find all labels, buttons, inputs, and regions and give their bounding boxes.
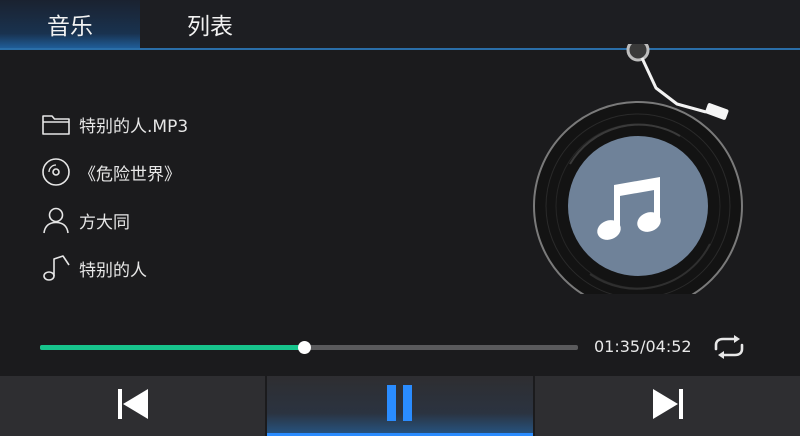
playback-controls [0,376,800,436]
music-note-icon [40,252,72,284]
song-title: 特别的人 [79,260,147,281]
next-button[interactable] [535,376,800,436]
person-icon [40,204,72,236]
vinyl-disc [533,101,743,311]
next-icon [651,387,685,425]
tab-bar: 音乐 列表 [0,0,800,50]
album-row: 《危险世界》 [40,156,181,188]
previous-button[interactable] [0,376,265,436]
file-name: 特别的人.MP3 [79,116,189,137]
disc-icon [40,156,72,188]
artist-row: 方大同 [40,204,130,236]
file-row: 特别的人.MP3 [40,108,188,140]
turntable [530,38,770,311]
artist-name: 方大同 [79,212,130,233]
pause-button[interactable] [267,376,533,436]
progress-bar[interactable] [40,338,578,358]
pause-icon [386,384,414,426]
tab-list[interactable]: 列表 [140,0,280,48]
folder-icon [40,108,72,140]
title-row: 特别的人 [40,252,147,284]
time-display: 01:35/04:52 [594,337,692,356]
repeat-icon[interactable] [710,333,748,361]
album-name: 《危险世界》 [79,164,181,185]
progress-thumb[interactable] [297,341,311,354]
tab-music[interactable]: 音乐 [0,0,140,48]
previous-icon [116,387,150,425]
progress-fill [40,345,304,350]
